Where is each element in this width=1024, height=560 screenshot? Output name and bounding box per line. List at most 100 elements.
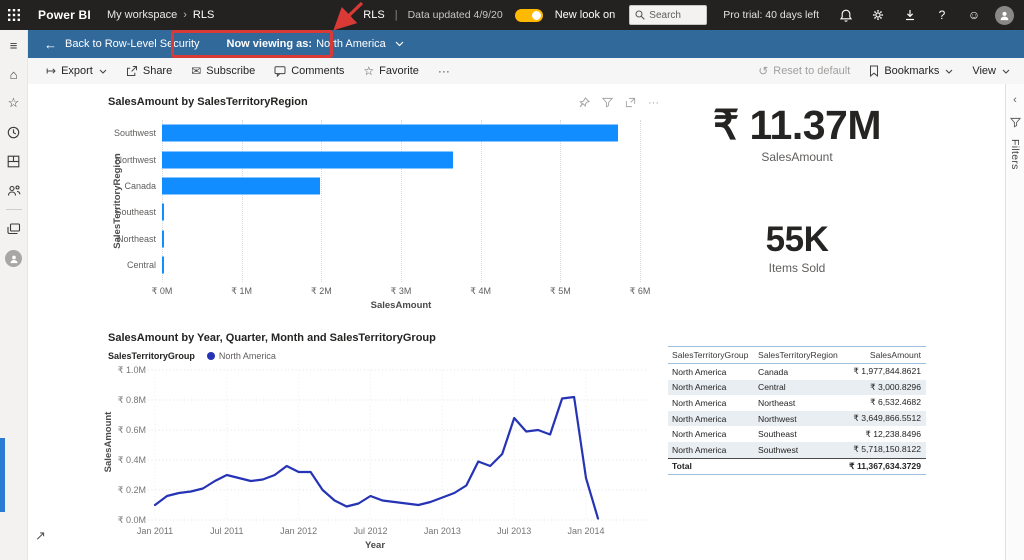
x-tick-label: ₹ 5M	[550, 286, 571, 297]
table-cell: Central	[754, 380, 840, 396]
nav-home-icon[interactable]: ⌂	[6, 66, 22, 82]
export-button[interactable]: ↦ Export	[46, 65, 107, 77]
bar-row: Southeast	[98, 199, 640, 225]
account-avatar[interactable]	[995, 6, 1014, 25]
table-cell: ₹ 3,649,866.5512	[840, 411, 926, 427]
filters-pane-label[interactable]: Filters	[1009, 139, 1021, 170]
pin-visual-icon[interactable]	[578, 96, 591, 109]
bar-chart-x-axis-ticks: ₹ 0M₹ 1M₹ 2M₹ 3M₹ 4M₹ 5M₹ 6M	[162, 286, 640, 298]
table-cell: North America	[668, 442, 754, 458]
bookmarks-button[interactable]: Bookmarks	[869, 65, 953, 77]
now-viewing-as-selector[interactable]: Now viewing as: North America	[227, 38, 404, 50]
download-icon[interactable]	[899, 4, 921, 26]
comment-bubble-icon	[274, 65, 286, 77]
toggle-knob	[532, 11, 541, 20]
reset-label: Reset to default	[773, 65, 850, 77]
viewing-as-label: Now viewing as:	[227, 38, 313, 50]
sales-amount-value: ₹ 11.37M	[642, 102, 952, 149]
sales-amount-label: SalesAmount	[642, 150, 952, 164]
bar-central[interactable]	[162, 257, 164, 274]
svg-text:Jul 2012: Jul 2012	[353, 526, 387, 536]
category-label: Northwest	[98, 155, 156, 165]
breadcrumb-report[interactable]: RLS	[193, 9, 214, 21]
nav-recent-clock-icon[interactable]	[6, 124, 22, 140]
external-link-arrow-icon[interactable]: ↗	[35, 528, 46, 544]
bar-northwest[interactable]	[162, 151, 453, 168]
svg-text:Jan 2013: Jan 2013	[424, 526, 461, 536]
nav-my-workspace-avatar[interactable]	[5, 250, 22, 267]
view-label: View	[972, 65, 996, 77]
view-button[interactable]: View	[972, 65, 1010, 77]
x-tick-label: ₹ 6M	[630, 286, 651, 297]
nav-workspaces-icon[interactable]	[6, 221, 22, 237]
nav-collapse-hamburger-icon[interactable]: ≡	[6, 37, 22, 53]
line-chart-plot[interactable]: ₹ 0.0M₹ 0.2M₹ 0.4M₹ 0.6M₹ 0.8M₹ 1.0MJan …	[98, 366, 678, 542]
help-icon[interactable]: ?	[931, 4, 953, 26]
series-line-north-america[interactable]	[155, 397, 598, 519]
table-cell: Southwest	[754, 442, 840, 458]
bar-southwest[interactable]	[162, 125, 618, 142]
bookmark-icon	[869, 65, 879, 77]
share-button[interactable]: Share	[126, 65, 172, 77]
favorite-label: Favorite	[379, 65, 419, 77]
reset-to-default-button[interactable]: ↺ Reset to default	[758, 65, 850, 77]
table-cell	[754, 458, 840, 475]
table-column-header[interactable]: SalesTerritoryRegion	[754, 347, 840, 364]
settings-gear-icon[interactable]	[867, 4, 889, 26]
line-chart-visual: SalesAmount by Year, Quarter, Month and …	[98, 330, 678, 558]
favorite-button[interactable]: ☆ Favorite	[363, 65, 419, 77]
viewing-as-value: North America	[316, 38, 386, 50]
back-to-rls-button[interactable]: ← Back to Row-Level Security	[44, 37, 200, 52]
expand-filters-chevron-icon[interactable]: ‹	[1013, 94, 1017, 106]
report-toolbar: ↦ Export Share ✉ Subscribe Comments ☆ Fa…	[28, 58, 1024, 84]
notifications-bell-icon[interactable]	[835, 4, 857, 26]
chevron-down-icon	[945, 69, 953, 74]
svg-text:₹ 0.8M: ₹ 0.8M	[118, 395, 146, 405]
search-box[interactable]	[629, 5, 707, 25]
table-column-header[interactable]: SalesTerritoryGroup	[668, 347, 754, 364]
gridline	[640, 120, 641, 282]
focus-mode-icon[interactable]	[624, 96, 637, 109]
star-icon: ☆	[363, 65, 374, 77]
feedback-smiley-icon[interactable]: ☺	[963, 4, 985, 26]
nav-apps-icon[interactable]	[6, 153, 22, 169]
chevron-down-icon	[99, 69, 107, 74]
topbar-right-group: RLS | Data updated 4/9/20 New look on Pr…	[363, 4, 1024, 26]
filter-funnel-icon[interactable]	[601, 96, 614, 109]
filters-pane-collapsed: ‹ Filters	[1005, 84, 1024, 560]
bar-chart-plot: SouthwestNorthwestCanadaSoutheastNorthea…	[98, 120, 640, 278]
app-logo-text[interactable]: Power BI	[38, 8, 91, 22]
bar-row: Northwest	[98, 146, 640, 172]
bar-row: Northeast	[98, 226, 640, 252]
nav-divider	[6, 209, 22, 210]
row-level-security-bar: ← Back to Row-Level Security Now viewing…	[28, 30, 1024, 58]
table-cell: North America	[668, 380, 754, 396]
svg-text:Jan 2011: Jan 2011	[137, 526, 173, 536]
subscribe-button[interactable]: ✉ Subscribe	[191, 65, 255, 77]
category-label: Central	[98, 260, 156, 270]
report-name-label: RLS	[363, 9, 384, 21]
table-cell: ₹ 1,977,844.8621	[840, 364, 926, 380]
line-chart-y-axis-title: SalesAmount	[103, 367, 115, 517]
waffle-menu-icon[interactable]	[0, 9, 28, 21]
table-row: North AmericaSoutheast₹ 12,238.8496	[668, 426, 926, 442]
legend-series-dot	[207, 352, 215, 360]
more-options-button[interactable]: ···	[438, 65, 450, 77]
search-input[interactable]	[649, 10, 701, 21]
bar-southeast[interactable]	[162, 204, 164, 221]
bar-northeast[interactable]	[162, 230, 164, 247]
new-look-toggle[interactable]	[515, 9, 543, 22]
svg-text:₹ 0.2M: ₹ 0.2M	[118, 485, 146, 495]
comments-button[interactable]: Comments	[274, 65, 344, 77]
bar-canada[interactable]	[162, 177, 320, 194]
filters-funnel-icon[interactable]	[1010, 117, 1021, 128]
table-cell: North America	[668, 364, 754, 380]
nav-shared-with-me-icon[interactable]	[6, 182, 22, 198]
nav-favorites-icon[interactable]: ☆	[6, 95, 22, 111]
table-row: North AmericaNortheast₹ 6,532.4682	[668, 395, 926, 411]
report-canvas: SalesAmount by SalesTerritoryRegion ··· …	[28, 84, 1005, 560]
table-cell: North America	[668, 395, 754, 411]
table-column-header[interactable]: SalesAmount	[840, 347, 926, 364]
nav-scrollbar-thumb[interactable]	[0, 438, 5, 512]
breadcrumb-workspace[interactable]: My workspace	[107, 9, 177, 21]
